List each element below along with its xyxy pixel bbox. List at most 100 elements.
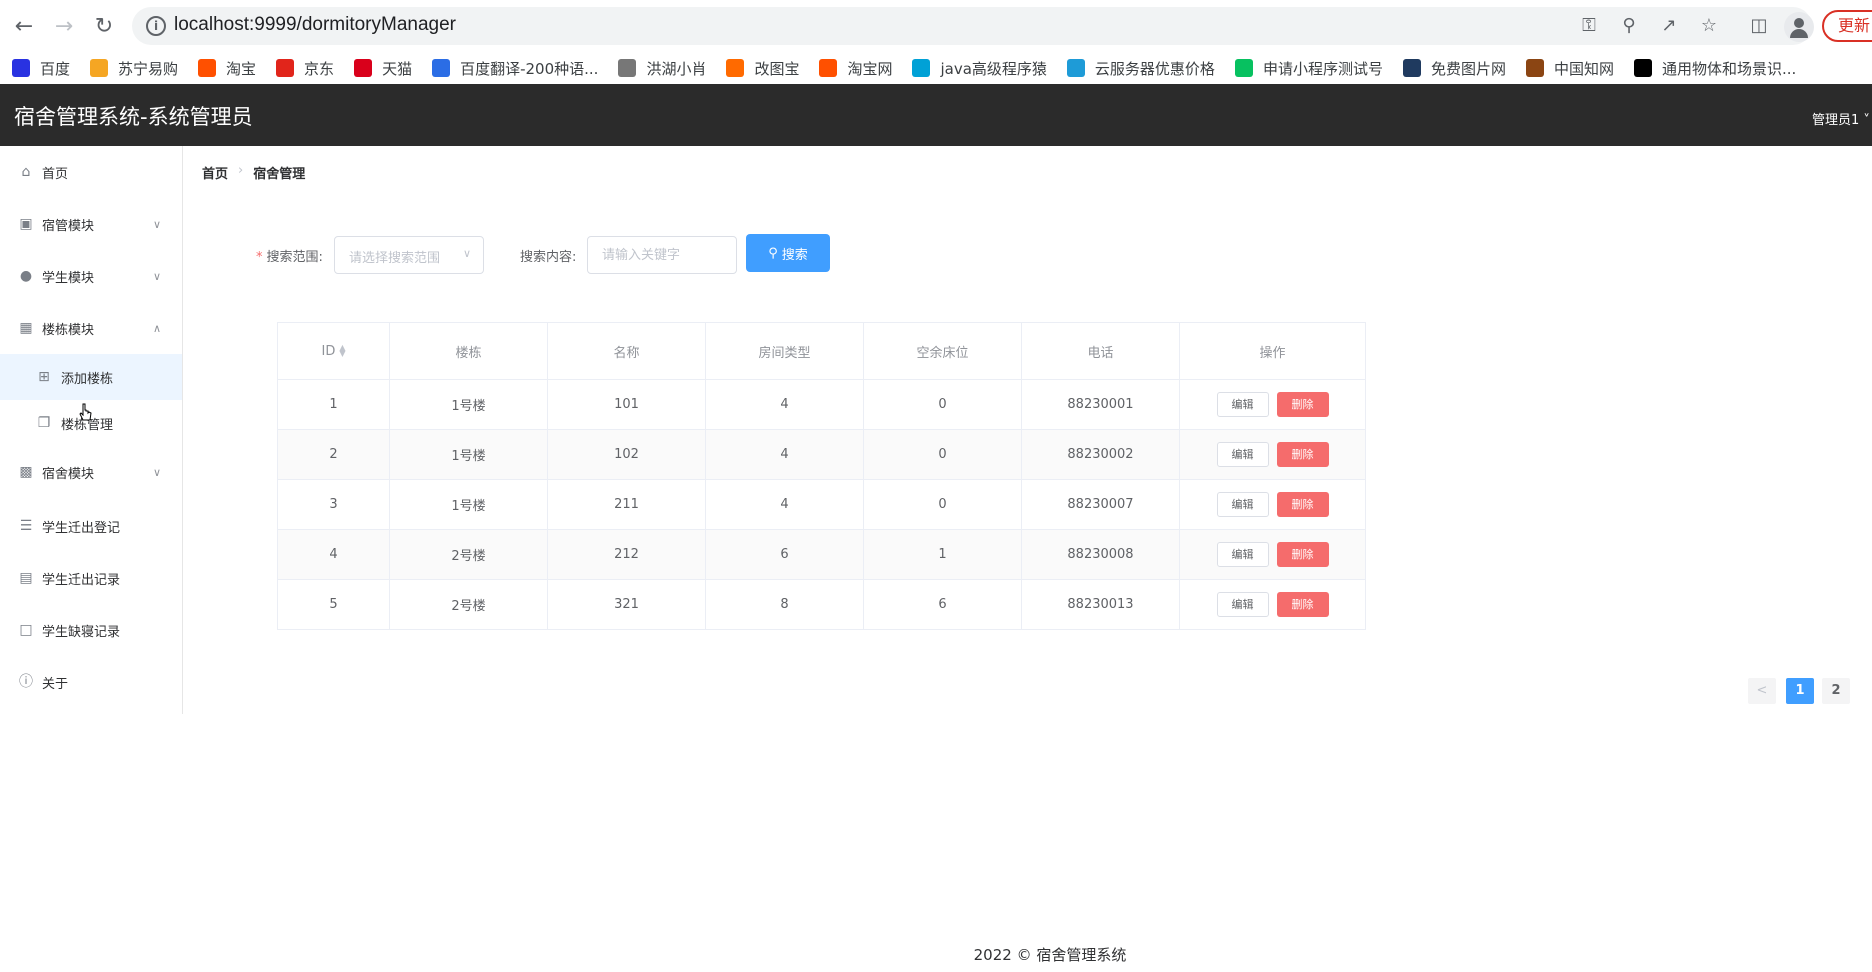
bookmark-favicon-icon <box>1402 59 1421 77</box>
reload-icon[interactable]: ↻ <box>90 12 118 40</box>
bookmarks-bar: 百度 苏宁易购 淘宝 京东 天猫 百度翻译-200种语... 洪湖小肖 改图宝 淘宝网 java高… <box>0 52 1872 84</box>
bookmark-star-icon[interactable]: ☆ <box>1698 15 1720 37</box>
sidebar-item-dorm-admin[interactable]: ▣ 宿管模块 ∨ <box>0 198 182 250</box>
prev-page-button[interactable]: < <box>1748 678 1776 704</box>
search-button[interactable]: ⚲ 搜索 <box>746 234 830 272</box>
profile-avatar[interactable] <box>1784 12 1814 42</box>
url-text[interactable]: localhost:9999/dormitoryManager <box>174 14 456 36</box>
share-icon[interactable]: ↗ <box>1658 15 1680 37</box>
edit-button[interactable]: 编辑 <box>1216 592 1269 617</box>
sort-icon[interactable]: ▲ ▼ <box>339 344 345 358</box>
sidebar-item-absence-record[interactable]: □ 学生缺寝记录 <box>0 604 182 656</box>
bookmark-item[interactable]: 百度翻译-200种语... <box>432 58 598 79</box>
bookmark-favicon-icon <box>1525 59 1544 77</box>
chevron-down-icon: ∨ <box>153 269 162 283</box>
bookmark-item[interactable]: 百度 <box>12 58 70 79</box>
bookmark-label: 云服务器优惠价格 <box>1094 59 1215 78</box>
sidebar-item-building[interactable]: ▦ 楼栋模块 ∧ <box>0 302 182 354</box>
bookmark-label: 百度 <box>40 59 71 78</box>
bookmark-item[interactable]: 天猫 <box>354 58 412 79</box>
cell-actions: 编辑 删除 <box>1179 529 1366 580</box>
folder-add-icon: ⊞ <box>38 369 50 385</box>
cell-id: 1 <box>277 379 390 430</box>
bookmark-label: 免费图片网 <box>1430 59 1506 78</box>
edit-button[interactable]: 编辑 <box>1216 442 1269 467</box>
bookmark-label: 苏宁易购 <box>118 59 179 78</box>
bookmark-item[interactable]: 改图宝 <box>726 58 799 79</box>
column-header-id[interactable]: ID ▲ ▼ <box>277 322 390 380</box>
cell-free-beds: 1 <box>863 529 1022 580</box>
column-header-label: ID <box>321 343 336 359</box>
cell-room-type: 4 <box>705 379 864 430</box>
chevron-right-icon: › <box>238 163 244 178</box>
bookmark-item[interactable]: 申请小程序测试号 <box>1234 58 1383 79</box>
sidebar-item-dormitory[interactable]: ▩ 宿舍模块 ∨ <box>0 446 182 498</box>
edit-button[interactable]: 编辑 <box>1216 542 1269 567</box>
chevron-down-icon: ˅ <box>1863 113 1870 128</box>
delete-button[interactable]: 删除 <box>1276 492 1329 517</box>
bookmark-item[interactable]: 中国知网 <box>1525 58 1614 79</box>
search-input[interactable] <box>587 236 737 274</box>
page-1-button[interactable]: 1 <box>1786 678 1814 704</box>
document-icon: □ <box>19 622 33 638</box>
bookmark-item[interactable]: 云服务器优惠价格 <box>1066 58 1215 79</box>
bookmark-label: java高级程序猿 <box>940 59 1047 78</box>
sidebar-item-add-building[interactable]: ⊞ 添加楼栋 <box>0 354 182 400</box>
bookmark-item[interactable]: 京东 <box>276 58 334 79</box>
cell-actions: 编辑 删除 <box>1179 479 1366 530</box>
bookmark-favicon-icon <box>276 59 295 77</box>
table-row: 1 1号楼 101 4 0 88230001 编辑 删除 <box>277 379 1366 430</box>
cell-free-beds: 0 <box>863 479 1022 530</box>
site-info-icon[interactable]: i <box>146 16 166 36</box>
update-button[interactable]: 更新 <box>1822 10 1872 42</box>
bookmark-item[interactable]: java高级程序猿 <box>912 58 1047 79</box>
bookmark-favicon-icon <box>90 59 109 77</box>
delete-button[interactable]: 删除 <box>1276 542 1329 567</box>
sidebar-item-student[interactable]: ● 学生模块 ∨ <box>0 250 182 302</box>
admin-dropdown[interactable]: 管理员1 ˅ <box>1812 109 1870 128</box>
cell-name: 101 <box>547 379 706 430</box>
info-icon: ⓘ <box>19 674 33 690</box>
side-panel-icon[interactable]: ◫ <box>1746 13 1772 39</box>
document-copy-icon: ❐ <box>37 415 51 431</box>
edit-button[interactable]: 编辑 <box>1216 392 1269 417</box>
bookmark-label: 改图宝 <box>754 59 800 78</box>
bookmark-label: 百度翻译-200种语... <box>460 59 599 78</box>
bookmark-label: 申请小程序测试号 <box>1262 59 1383 78</box>
select-placeholder: 请选择搜索范围 <box>349 251 441 266</box>
key-icon[interactable]: ⚿ <box>1578 15 1600 37</box>
bookmark-item[interactable]: 淘宝 <box>198 58 256 79</box>
column-header-name: 名称 <box>547 322 706 380</box>
breadcrumb-home[interactable]: 首页 <box>202 163 228 182</box>
cell-free-beds: 0 <box>863 429 1022 480</box>
delete-button[interactable]: 删除 <box>1276 442 1329 467</box>
bookmark-item[interactable]: 通用物体和场景识... <box>1633 58 1796 79</box>
forward-icon[interactable]: → <box>50 12 78 40</box>
zoom-icon[interactable]: ⚲ <box>1618 15 1640 37</box>
cell-room-type: 4 <box>705 479 864 530</box>
sidebar-item-moveout-record[interactable]: ▤ 学生迁出记录 <box>0 552 182 604</box>
page-2-button[interactable]: 2 <box>1822 678 1850 704</box>
bookmark-item[interactable]: 苏宁易购 <box>90 58 178 79</box>
sidebar-item-home[interactable]: ⌂ 首页 <box>0 146 182 198</box>
bookmark-favicon-icon <box>1234 59 1253 77</box>
app-title: 宿舍管理系统-系统管理员 <box>14 105 253 129</box>
search-scope-label-text: 搜索范围: <box>266 250 323 265</box>
cell-room-type: 4 <box>705 429 864 480</box>
cell-actions: 编辑 删除 <box>1179 579 1366 630</box>
back-icon[interactable]: ← <box>10 12 38 40</box>
cell-name: 211 <box>547 479 706 530</box>
bookmark-item[interactable]: 洪湖小肖 <box>618 58 706 79</box>
delete-button[interactable]: 删除 <box>1276 592 1329 617</box>
chevron-up-icon: ∧ <box>153 321 162 335</box>
sidebar-item-label: 首页 <box>42 166 69 182</box>
bookmark-item[interactable]: 免费图片网 <box>1402 58 1506 79</box>
address-bar[interactable]: i localhost:9999/dormitoryManager ⚿ ⚲ ↗ … <box>132 7 1812 45</box>
sidebar-item-about[interactable]: ⓘ 关于 <box>0 656 182 708</box>
bookmark-favicon-icon <box>354 59 373 77</box>
bookmark-item[interactable]: 淘宝网 <box>819 58 892 79</box>
delete-button[interactable]: 删除 <box>1276 392 1329 417</box>
edit-button[interactable]: 编辑 <box>1216 492 1269 517</box>
sidebar-item-moveout-register[interactable]: ☰ 学生迁出登记 <box>0 500 182 552</box>
search-scope-select[interactable]: 请选择搜索范围 ∨ <box>334 236 484 274</box>
